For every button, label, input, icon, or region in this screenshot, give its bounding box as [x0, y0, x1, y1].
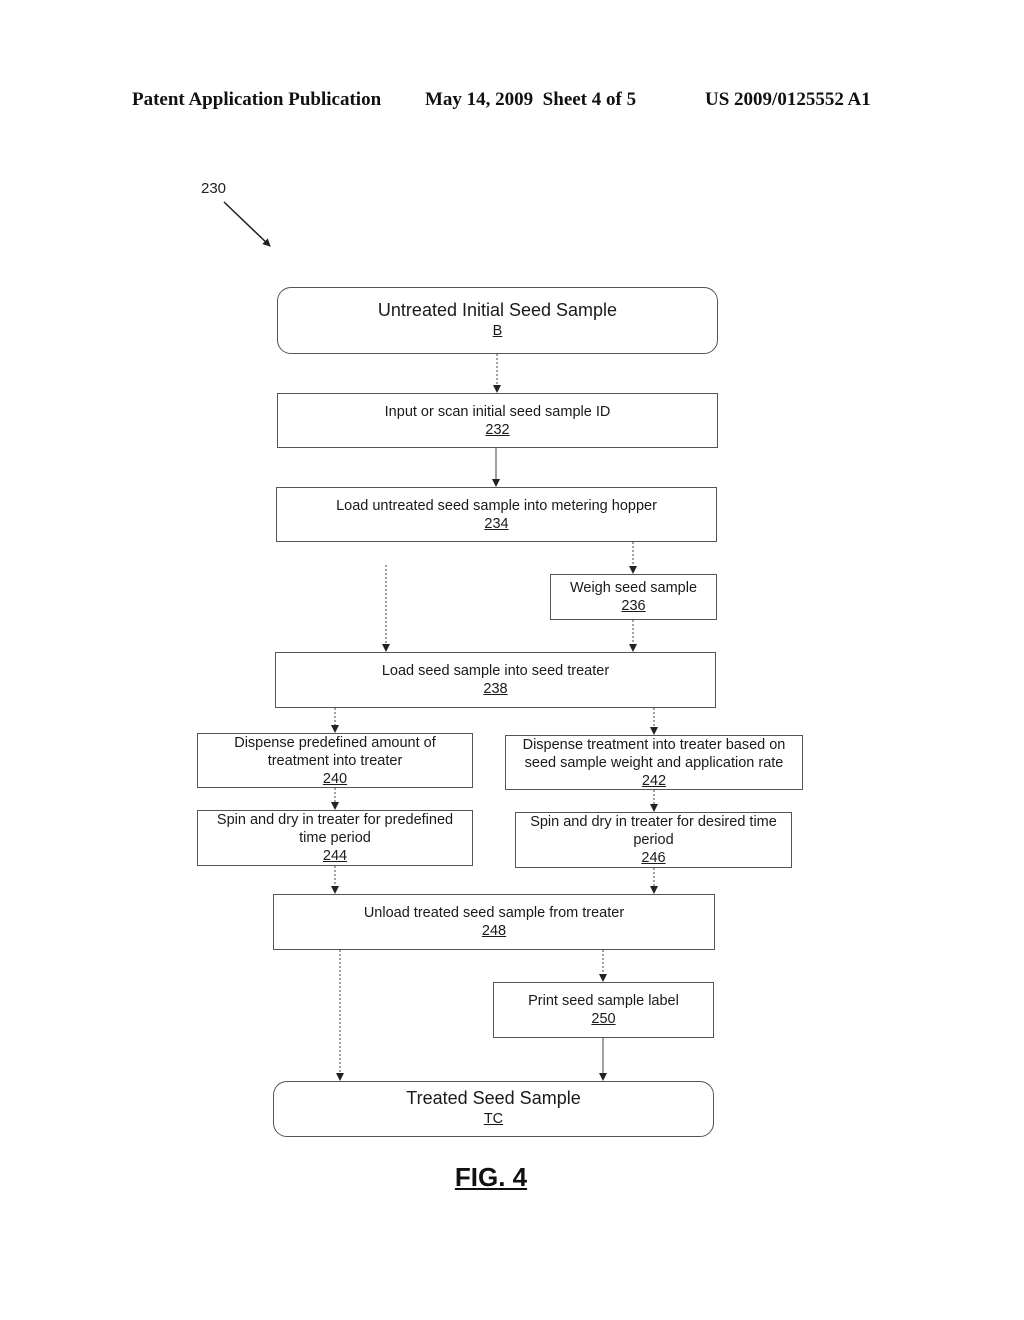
figure-label: FIG. 4 [454, 1162, 528, 1192]
reference-arrow [223, 201, 271, 247]
step-238: Load seed sample into seed treater 238 [275, 652, 716, 708]
step-number: 250 [591, 1011, 616, 1027]
step-label: Unload treated seed sample from treater [363, 905, 625, 921]
step-label: Dispense predefined amount of treatment … [234, 734, 436, 769]
step-number: 238 [483, 681, 508, 697]
step-236: Weigh seed sample 236 [550, 574, 717, 620]
end-ref: TC [483, 1111, 504, 1127]
step-number: 248 [481, 923, 507, 939]
step-label: Spin and dry in treater for predefined t… [216, 812, 454, 846]
step-242: Dispense treatment into treater based on… [505, 735, 803, 790]
step-250: Print seed sample label 250 [493, 982, 714, 1038]
step-number: 244 [322, 848, 348, 864]
step-number: 242 [641, 772, 667, 789]
start-terminal: Untreated Initial Seed Sample B [277, 287, 718, 354]
step-number: 232 [485, 421, 510, 438]
step-label: Weigh seed sample [569, 580, 698, 596]
step-number: 246 [641, 850, 666, 866]
step-240: Dispense predefined amount of treatment … [197, 733, 473, 788]
step-232: Input or scan initial seed sample ID 232 [277, 393, 718, 448]
step-246: Spin and dry in treater for desired time… [515, 812, 792, 868]
step-label: Input or scan initial seed sample ID [384, 403, 611, 420]
step-number: 240 [322, 770, 348, 787]
step-label: Load seed sample into seed treater [381, 663, 610, 679]
end-label: Treated Seed Sample [406, 1088, 581, 1108]
end-terminal: Treated Seed Sample TC [273, 1081, 714, 1137]
start-label: Untreated Initial Seed Sample [377, 299, 618, 320]
step-label: Print seed sample label [528, 993, 679, 1009]
step-248: Unload treated seed sample from treater … [273, 894, 715, 950]
step-label: Spin and dry in treater for desired time… [530, 814, 777, 848]
step-244: Spin and dry in treater for predefined t… [197, 810, 473, 866]
step-number: 234 [484, 515, 509, 532]
start-ref: B [492, 322, 503, 339]
step-number: 236 [621, 598, 646, 614]
step-234: Load untreated seed sample into metering… [276, 487, 717, 542]
step-label: Dispense treatment into treater based on… [522, 736, 786, 771]
step-label: Load untreated seed sample into metering… [336, 497, 657, 514]
